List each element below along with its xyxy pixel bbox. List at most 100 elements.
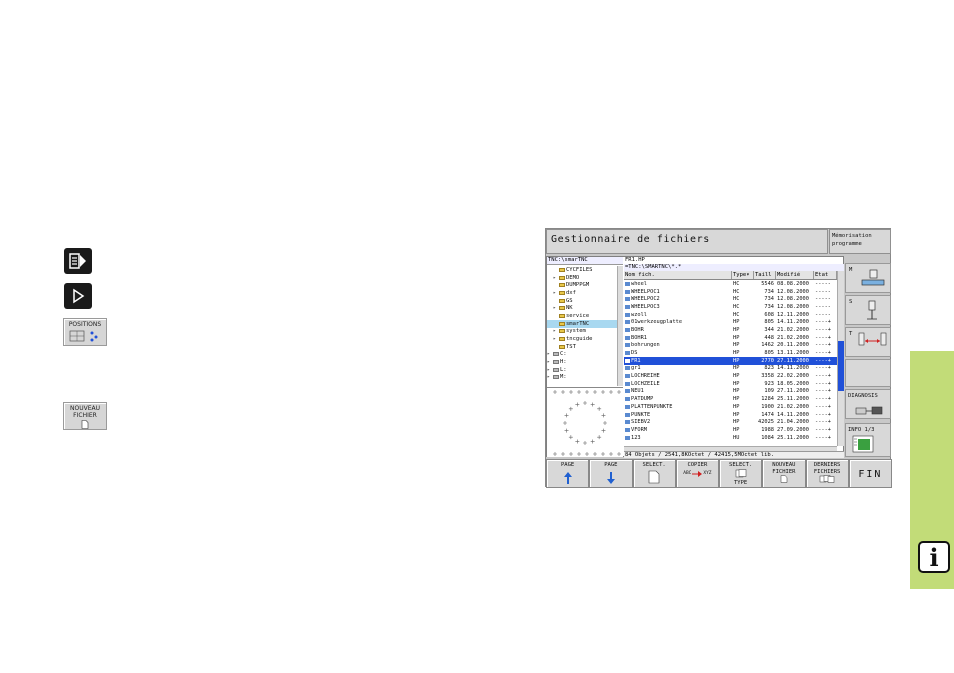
preview-hole <box>553 452 557 456</box>
tree-item[interactable]: ▸ DEMO <box>547 274 617 282</box>
col-modified[interactable]: Modifié <box>776 271 814 279</box>
file-row[interactable]: bohrungen HP 1462 20.11.2000 ----+ <box>624 342 837 350</box>
tree-item[interactable]: ▸ system <box>547 328 617 336</box>
file-name-cell: FR1 <box>624 358 732 364</box>
file-row[interactable]: 01werkzeugplatte HP 805 14.11.2000 ----+ <box>624 318 837 326</box>
program-menu-icon[interactable] <box>64 248 92 274</box>
file-row[interactable]: PUNKTE HP 1474 14.11.2000 ----+ <box>624 411 837 419</box>
tree-item[interactable]: ▸ NK <box>547 304 617 312</box>
info-key[interactable]: INFO 1/3 <box>845 423 891 457</box>
select-type-softkey[interactable]: SELECT. TYPE <box>719 459 763 488</box>
file-name-cell: BOHR <box>624 327 732 333</box>
file-name-cell: SIEBV2 <box>624 419 732 425</box>
file-name: 01werkzeugplatte <box>631 319 683 326</box>
page-down-softkey[interactable]: PAGE <box>589 459 633 488</box>
new-file-softkey-icon[interactable]: NOUVEAU FICHIER <box>63 402 107 430</box>
file-size: 734 <box>764 296 774 303</box>
file-list[interactable]: wheel HC 5546 08.08.2000 ----- WHEELPOC1 HC 734… <box>624 280 837 440</box>
col-size[interactable]: Taill <box>754 271 776 279</box>
file-row[interactable]: 123 HU 1084 25.11.2000 ----+ <box>624 434 837 440</box>
file-state: ----- <box>815 303 831 310</box>
last-files-softkey[interactable]: DERNIERS FICHIERS <box>805 459 849 488</box>
file-state: ----+ <box>815 373 831 380</box>
new-file-softkey[interactable]: NOUVEAU FICHIER <box>762 459 806 488</box>
tree-path: TNC:\smarTNC <box>547 257 623 265</box>
file-row[interactable]: wzoll HC 608 12.11.2000 ----- <box>624 311 837 319</box>
file-type: HP <box>733 380 740 387</box>
file-name: DS <box>631 350 638 357</box>
file-row[interactable]: LOCHREIHE HP 3358 22.02.2000 ----+ <box>624 372 837 380</box>
col-type[interactable]: Type▾ <box>732 271 754 279</box>
tree-item[interactable]: CYCFILES <box>547 266 617 274</box>
select-softkey[interactable]: SELECT. <box>632 459 676 488</box>
tree-item[interactable]: ▸ M: <box>547 374 617 382</box>
file-state: ----+ <box>815 357 831 364</box>
drive-icon <box>553 375 559 380</box>
start-icon[interactable] <box>64 283 92 309</box>
file-row[interactable]: gr1 HP 823 14.11.2000 ----+ <box>624 365 837 373</box>
tree-item[interactable]: TST <box>547 343 617 351</box>
s-function-key[interactable]: S <box>845 295 891 325</box>
tree-item[interactable]: smarTNC <box>547 319 617 328</box>
col-name[interactable]: Nom fich. <box>624 271 732 279</box>
file-type: HP <box>733 342 740 349</box>
scroll-thumb[interactable] <box>838 341 844 391</box>
tree-item[interactable]: ▸ dxf <box>547 289 617 297</box>
file-type: HP <box>733 319 740 326</box>
file-row[interactable]: NEU1 HP 109 27.11.2000 ----+ <box>624 388 837 396</box>
file-name-cell: PUNKTE <box>624 412 732 418</box>
tree-item-label: L: <box>560 366 567 373</box>
copy-softkey[interactable]: COPIER ABC XYZ <box>675 459 719 488</box>
empty-side-key[interactable] <box>845 359 891 387</box>
file-row[interactable]: BOHR HP 344 21.02.2000 ----+ <box>624 326 837 334</box>
page-down-label: PAGE <box>604 462 618 468</box>
file-row[interactable]: PATDUMP HP 1284 25.11.2000 ----+ <box>624 395 837 403</box>
file-name: wheel <box>631 280 647 287</box>
tree-scrollbar[interactable] <box>617 266 623 386</box>
diagnosis-key[interactable]: DIAGNOSIS <box>845 389 891 419</box>
col-state[interactable]: Etat <box>814 271 837 279</box>
preview-hole <box>590 439 595 444</box>
directory-tree[interactable]: CYCFILES ▸ DEMO DUMPPGM ▸ dxf GS ▸ NK service smar… <box>547 266 617 386</box>
preview-hole <box>577 390 581 394</box>
tree-item[interactable]: GS <box>547 297 617 305</box>
file-name: WHEELPOC2 <box>631 296 660 303</box>
page-up-softkey[interactable]: PAGE <box>546 459 590 488</box>
file-row[interactable]: FR1 HP 2770 27.11.2000 ----+ <box>624 356 837 365</box>
file-row[interactable]: VFORM HP 1988 27.09.2000 ----+ <box>624 426 837 434</box>
file-name-cell: PLATTENPUNKTE <box>624 404 732 410</box>
preview-hole <box>568 435 573 440</box>
file-row[interactable]: DS HP 805 13.11.2000 ----+ <box>624 349 837 357</box>
file-row[interactable]: WHEELPOC3 HC 734 12.08.2000 ----- <box>624 303 837 311</box>
tree-item[interactable]: ▸ H: <box>547 358 617 366</box>
tree-item[interactable]: DUMPPGM <box>547 281 617 289</box>
t-function-key[interactable]: T <box>845 327 891 357</box>
file-row[interactable]: BOHR1 HP 448 21.02.2000 ----+ <box>624 334 837 342</box>
tree-item[interactable]: ▸ L: <box>547 366 617 374</box>
drive-icon <box>553 367 559 372</box>
file-row[interactable]: wheel HC 5546 08.08.2000 ----- <box>624 280 837 288</box>
file-row[interactable]: PLATTENPUNKTE HP 1900 21.02.2000 ----+ <box>624 403 837 411</box>
file-row[interactable]: WHEELPOC1 HC 734 12.08.2000 ----- <box>624 288 837 296</box>
positions-softkey-icon[interactable]: POSITIONS <box>63 318 107 346</box>
tree-item-label: system <box>566 328 586 335</box>
file-type: HP <box>733 350 740 357</box>
m-function-key[interactable]: M <box>845 263 891 293</box>
folder-icon <box>559 313 565 318</box>
file-row[interactable]: SIEBV2 HP 42025 21.04.2000 ----+ <box>624 418 837 426</box>
file-row[interactable]: WHEELPOC2 HC 734 12.08.2000 ----- <box>624 295 837 303</box>
file-icon <box>625 412 630 417</box>
fin-softkey[interactable]: FIN <box>848 459 892 488</box>
file-type: HC <box>733 303 740 310</box>
folder-icon <box>559 337 565 342</box>
mode-indicator: Mémorisation programme <box>829 229 891 254</box>
folder-icon <box>559 306 565 311</box>
tree-item[interactable]: ▸ C: <box>547 351 617 359</box>
file-list-vscrollbar[interactable] <box>837 271 844 446</box>
file-size: 2770 <box>761 357 774 364</box>
tree-item[interactable]: service <box>547 312 617 320</box>
file-row[interactable]: LOCHZEILE HP 923 18.05.2000 ----+ <box>624 380 837 388</box>
tree-item[interactable]: ▸ tncguide <box>547 335 617 343</box>
copy-to-label: XYZ <box>703 470 712 476</box>
select-file-icon <box>648 470 660 483</box>
